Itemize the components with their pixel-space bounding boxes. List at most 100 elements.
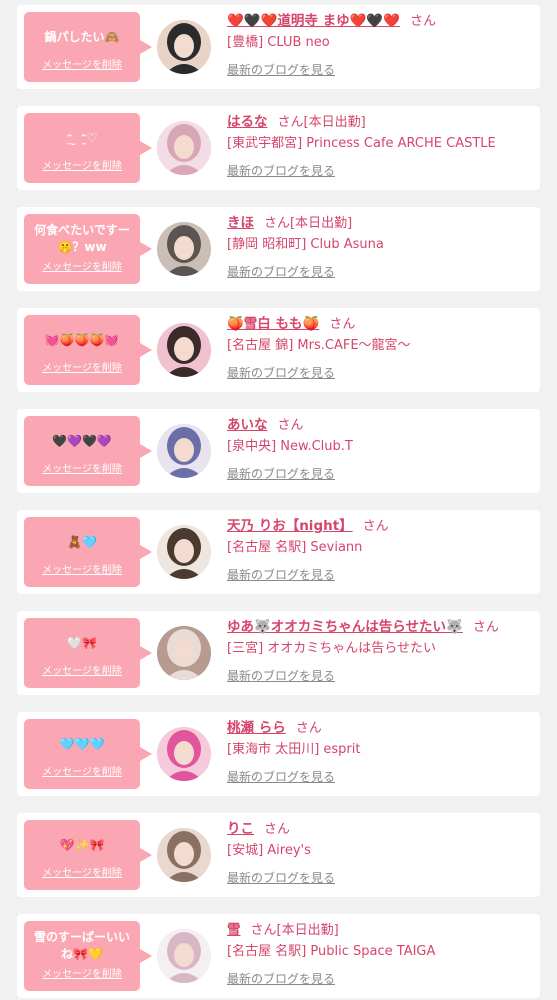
message-text: 💓🍑🍑🍑💓 — [44, 332, 120, 347]
name-row: はるな さん[本日出勤] — [227, 111, 532, 133]
name-row: 天乃 りお【night】 さん — [227, 515, 532, 537]
shop-label: [名古屋 名駅] Seviann — [227, 540, 363, 555]
cast-name-link[interactable]: 天乃 りお【night】 — [227, 518, 353, 534]
favorite-info: 🍑雪白 もも🍑 さん [名古屋 錦] Mrs.CAFE〜龍宮〜最新のブログを見る — [227, 313, 532, 383]
message-text: 🤍🎀 — [67, 635, 97, 650]
name-row: ゆあ🐺オオカミちゃんは告らせたい🐺 さん — [227, 616, 532, 638]
message-bubble: 💓🍑🍑🍑💓 メッセージを削除 — [24, 315, 152, 385]
attendance-badge: [本日出勤] — [303, 115, 366, 130]
message-text: 何食べたいですー 🤫？ww — [34, 223, 130, 254]
delete-message-link[interactable]: メッセージを削除 — [24, 561, 140, 576]
name-row: りこ さん — [227, 818, 532, 840]
name-row: 桃瀬 らら さん — [227, 717, 532, 739]
honorific: さん — [277, 115, 304, 130]
delete-message-link[interactable]: メッセージを削除 — [24, 258, 140, 273]
avatar[interactable] — [157, 20, 211, 74]
favorite-info: りこ さん [安城] Airey's 最新のブログを見る — [227, 818, 532, 888]
honorific: さん — [264, 216, 291, 231]
favorite-card: 何食べたいですー 🤫？ww メッセージを削除 きほ さん[本日出勤] [静岡 昭和町] … — [17, 207, 540, 291]
favorite-info: はるな さん[本日出勤] [東武宇都宮] Princess Cafe ARCHE C… — [227, 111, 532, 181]
avatar[interactable] — [157, 121, 211, 175]
message-text: 🖤💜🖤💜 — [52, 433, 112, 448]
shop-label: [泉中央] New.Club.T — [227, 439, 353, 454]
avatar[interactable] — [157, 727, 211, 781]
delete-message-link[interactable]: メッセージを削除 — [24, 864, 140, 879]
delete-message-link[interactable]: メッセージを削除 — [24, 662, 140, 677]
honorific: さん — [329, 317, 356, 332]
delete-message-link[interactable]: メッセージを削除 — [24, 763, 140, 778]
favorite-card: 鍋パしたい🙈 メッセージを削除 ❤️🖤❤️道明寺 まゆ❤️🖤❤️ さん [豊橋] CLU… — [17, 5, 540, 89]
favorites-list: 鍋パしたい🙈 メッセージを削除 ❤️🖤❤️道明寺 まゆ❤️🖤❤️ さん [豊橋] CLU… — [0, 0, 557, 1000]
avatar[interactable] — [157, 626, 211, 680]
honorific: さん — [362, 519, 389, 534]
message-text: 🧸🩵 — [67, 534, 97, 549]
attendance-badge: [本日出勤] — [276, 923, 339, 938]
avatar[interactable] — [157, 828, 211, 882]
message-bubble: 雪のすーぱーいい ね🎀💛 メッセージを削除 — [24, 921, 152, 991]
latest-blog-link[interactable]: 最新のブログを見る — [227, 767, 335, 787]
cast-name-link[interactable]: ゆあ🐺オオカミちゃんは告らせたい🐺 — [227, 619, 463, 635]
cast-name-link[interactable]: ❤️🖤❤️道明寺 まゆ❤️🖤❤️ — [227, 13, 400, 29]
favorite-info: 桃瀬 らら さん [東海市 太田川] esprit 最新のブログを見る — [227, 717, 532, 787]
favorite-card: 雪のすーぱーいい ね🎀💛 メッセージを削除 雪さん[本日出勤] [名古屋 名駅] Pu… — [17, 914, 540, 998]
shop-label: [三宮] オオカミちゃんは告らせたい — [227, 641, 437, 656]
latest-blog-link[interactable]: 最新のブログを見る — [227, 868, 335, 888]
message-bubble: 🖤💜🖤💜 メッセージを削除 — [24, 416, 152, 486]
avatar[interactable] — [157, 323, 211, 377]
delete-message-link[interactable]: メッセージを削除 — [24, 965, 140, 980]
message-text: 💖✨🎀 — [59, 837, 105, 852]
cast-name-link[interactable]: あいな — [227, 417, 268, 433]
name-row: ❤️🖤❤️道明寺 まゆ❤️🖤❤️ さん — [227, 10, 532, 32]
shop-label: [静岡 昭和町] Club Asuna — [227, 237, 384, 252]
delete-message-link[interactable]: メッセージを削除 — [24, 157, 140, 172]
avatar[interactable] — [157, 525, 211, 579]
shop-label: [東海市 太田川] esprit — [227, 742, 361, 757]
avatar[interactable] — [157, 929, 211, 983]
cast-name-link[interactable]: はるな — [227, 114, 268, 130]
cast-name-link[interactable]: きほ — [227, 215, 254, 231]
favorite-info: ゆあ🐺オオカミちゃんは告らせたい🐺 さん [三宮] オオカミちゃんは告らせたい最新の… — [227, 616, 532, 686]
latest-blog-link[interactable]: 最新のブログを見る — [227, 60, 335, 80]
favorite-card: 🩵🩵🩵 メッセージを削除 桃瀬 らら さん [東海市 太田川] esprit 最新のブログ… — [17, 712, 540, 796]
shop-label: [安城] Airey's — [227, 843, 311, 858]
shop-label: [豊橋] CLUB neo — [227, 35, 330, 50]
cast-name-link[interactable]: 雪 — [227, 922, 241, 938]
favorite-info: 天乃 りお【night】 さん [名古屋 名駅] Seviann 最新のブログを見る — [227, 515, 532, 585]
name-row: あいな さん — [227, 414, 532, 436]
shop-label: [名古屋 錦] Mrs.CAFE〜龍宮〜 — [227, 338, 411, 353]
avatar[interactable] — [157, 222, 211, 276]
message-text: ᵔ̤ ̮ ᵔ̤♡ — [66, 130, 98, 145]
delete-message-link[interactable]: メッセージを削除 — [24, 460, 140, 475]
name-row: 雪さん[本日出勤] — [227, 919, 532, 941]
cast-name-link[interactable]: 🍑雪白 もも🍑 — [227, 316, 319, 332]
favorite-card: 🤍🎀 メッセージを削除 ゆあ🐺オオカミちゃんは告らせたい🐺 さん [三宮] オオカミちゃ… — [17, 611, 540, 695]
message-bubble: 鍋パしたい🙈 メッセージを削除 — [24, 12, 152, 82]
avatar[interactable] — [157, 424, 211, 478]
message-bubble: 🩵🩵🩵 メッセージを削除 — [24, 719, 152, 789]
honorific: さん — [250, 923, 277, 938]
latest-blog-link[interactable]: 最新のブログを見る — [227, 464, 335, 484]
favorite-card: ᵔ̤ ̮ ᵔ̤♡ メッセージを削除 はるな さん[本日出勤] [東武宇都宮] Princ… — [17, 106, 540, 190]
latest-blog-link[interactable]: 最新のブログを見る — [227, 565, 335, 585]
delete-message-link[interactable]: メッセージを削除 — [24, 359, 140, 374]
favorite-card: 🧸🩵 メッセージを削除 天乃 りお【night】 さん [名古屋 名駅] Seviann… — [17, 510, 540, 594]
cast-name-link[interactable]: りこ — [227, 821, 254, 837]
latest-blog-link[interactable]: 最新のブログを見る — [227, 969, 335, 989]
message-text: 🩵🩵🩵 — [59, 736, 105, 751]
honorific: さん — [295, 721, 322, 736]
latest-blog-link[interactable]: 最新のブログを見る — [227, 161, 335, 181]
delete-message-link[interactable]: メッセージを削除 — [24, 56, 140, 71]
name-row: きほ さん[本日出勤] — [227, 212, 532, 234]
honorific: さん — [472, 620, 499, 635]
name-row: 🍑雪白 もも🍑 さん — [227, 313, 532, 335]
attendance-badge: [本日出勤] — [290, 216, 353, 231]
favorite-info: きほ さん[本日出勤] [静岡 昭和町] Club Asuna 最新のブログを見る — [227, 212, 532, 282]
latest-blog-link[interactable]: 最新のブログを見る — [227, 262, 335, 282]
latest-blog-link[interactable]: 最新のブログを見る — [227, 666, 335, 686]
message-bubble: ᵔ̤ ̮ ᵔ̤♡ メッセージを削除 — [24, 113, 152, 183]
message-bubble: 💖✨🎀 メッセージを削除 — [24, 820, 152, 890]
latest-blog-link[interactable]: 最新のブログを見る — [227, 363, 335, 383]
honorific: さん — [277, 418, 304, 433]
cast-name-link[interactable]: 桃瀬 らら — [227, 720, 286, 736]
favorite-card: 💓🍑🍑🍑💓 メッセージを削除 🍑雪白 もも🍑 さん [名古屋 錦] Mrs.CAFE〜龍… — [17, 308, 540, 392]
